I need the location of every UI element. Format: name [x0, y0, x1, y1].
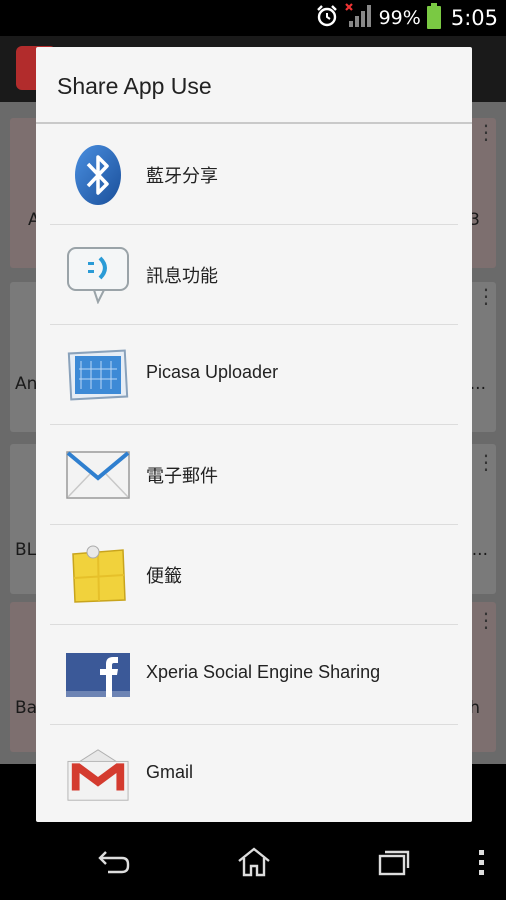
share-option-gmail[interactable]: Gmail — [50, 725, 458, 822]
share-option-email[interactable]: 電子郵件 — [50, 425, 458, 525]
battery-percent: 99% — [378, 7, 421, 29]
back-icon[interactable] — [92, 842, 136, 882]
background-text: ... — [471, 540, 488, 560]
share-option-label: 便籤 — [146, 566, 182, 586]
share-option-label: Xperia Social Engine Sharing — [146, 662, 381, 682]
share-option-sticky-note[interactable]: 便籤 — [50, 525, 458, 625]
picasa-icon — [66, 345, 130, 405]
home-icon[interactable] — [232, 842, 276, 882]
share-dialog: Share App Use 藍牙分享 訊息功能 Picasa Uploader … — [36, 47, 472, 822]
dialog-title: Share App Use — [57, 73, 212, 99]
status-bar: 99% 5:05 — [0, 0, 506, 36]
sticky-note-icon — [66, 545, 130, 605]
recents-icon[interactable] — [372, 842, 416, 882]
share-option-messaging[interactable]: 訊息功能 — [50, 225, 458, 325]
facebook-icon — [66, 645, 130, 705]
share-option-label: 訊息功能 — [146, 266, 218, 286]
overflow-icon: ⋮ — [476, 450, 496, 474]
overflow-icon: ⋮ — [476, 284, 496, 308]
overflow-icon: ⋮ — [476, 608, 496, 632]
messaging-icon — [66, 245, 130, 305]
share-option-label: Gmail — [146, 762, 194, 782]
share-target-list: 藍牙分享 訊息功能 Picasa Uploader 電子郵件 便籤 Xperia… — [36, 125, 472, 822]
status-icons: 99% 5:05 — [315, 0, 498, 36]
share-option-picasa[interactable]: Picasa Uploader — [50, 325, 458, 425]
share-option-label: 電子郵件 — [146, 466, 218, 486]
share-option-label: Picasa Uploader — [146, 362, 279, 382]
gmail-icon — [66, 745, 130, 805]
battery-icon — [426, 3, 441, 33]
no-signal-icon — [344, 3, 373, 33]
background-text: An — [15, 374, 38, 394]
share-option-xperia-social[interactable]: Xperia Social Engine Sharing — [50, 625, 458, 725]
email-icon — [66, 445, 130, 505]
overflow-icon: ⋮ — [476, 120, 496, 144]
background-text: BL — [15, 540, 37, 560]
bluetooth-icon — [66, 145, 130, 205]
title-divider — [36, 122, 472, 124]
share-option-bluetooth[interactable]: 藍牙分享 — [50, 125, 458, 225]
share-option-label: 藍牙分享 — [146, 166, 218, 186]
alarm-icon — [315, 4, 339, 32]
navigation-bar — [0, 822, 506, 900]
clock: 5:05 — [450, 6, 498, 30]
background-text: ... — [469, 374, 486, 394]
background-text: Ba — [15, 698, 38, 718]
menu-icon[interactable] — [466, 842, 496, 882]
